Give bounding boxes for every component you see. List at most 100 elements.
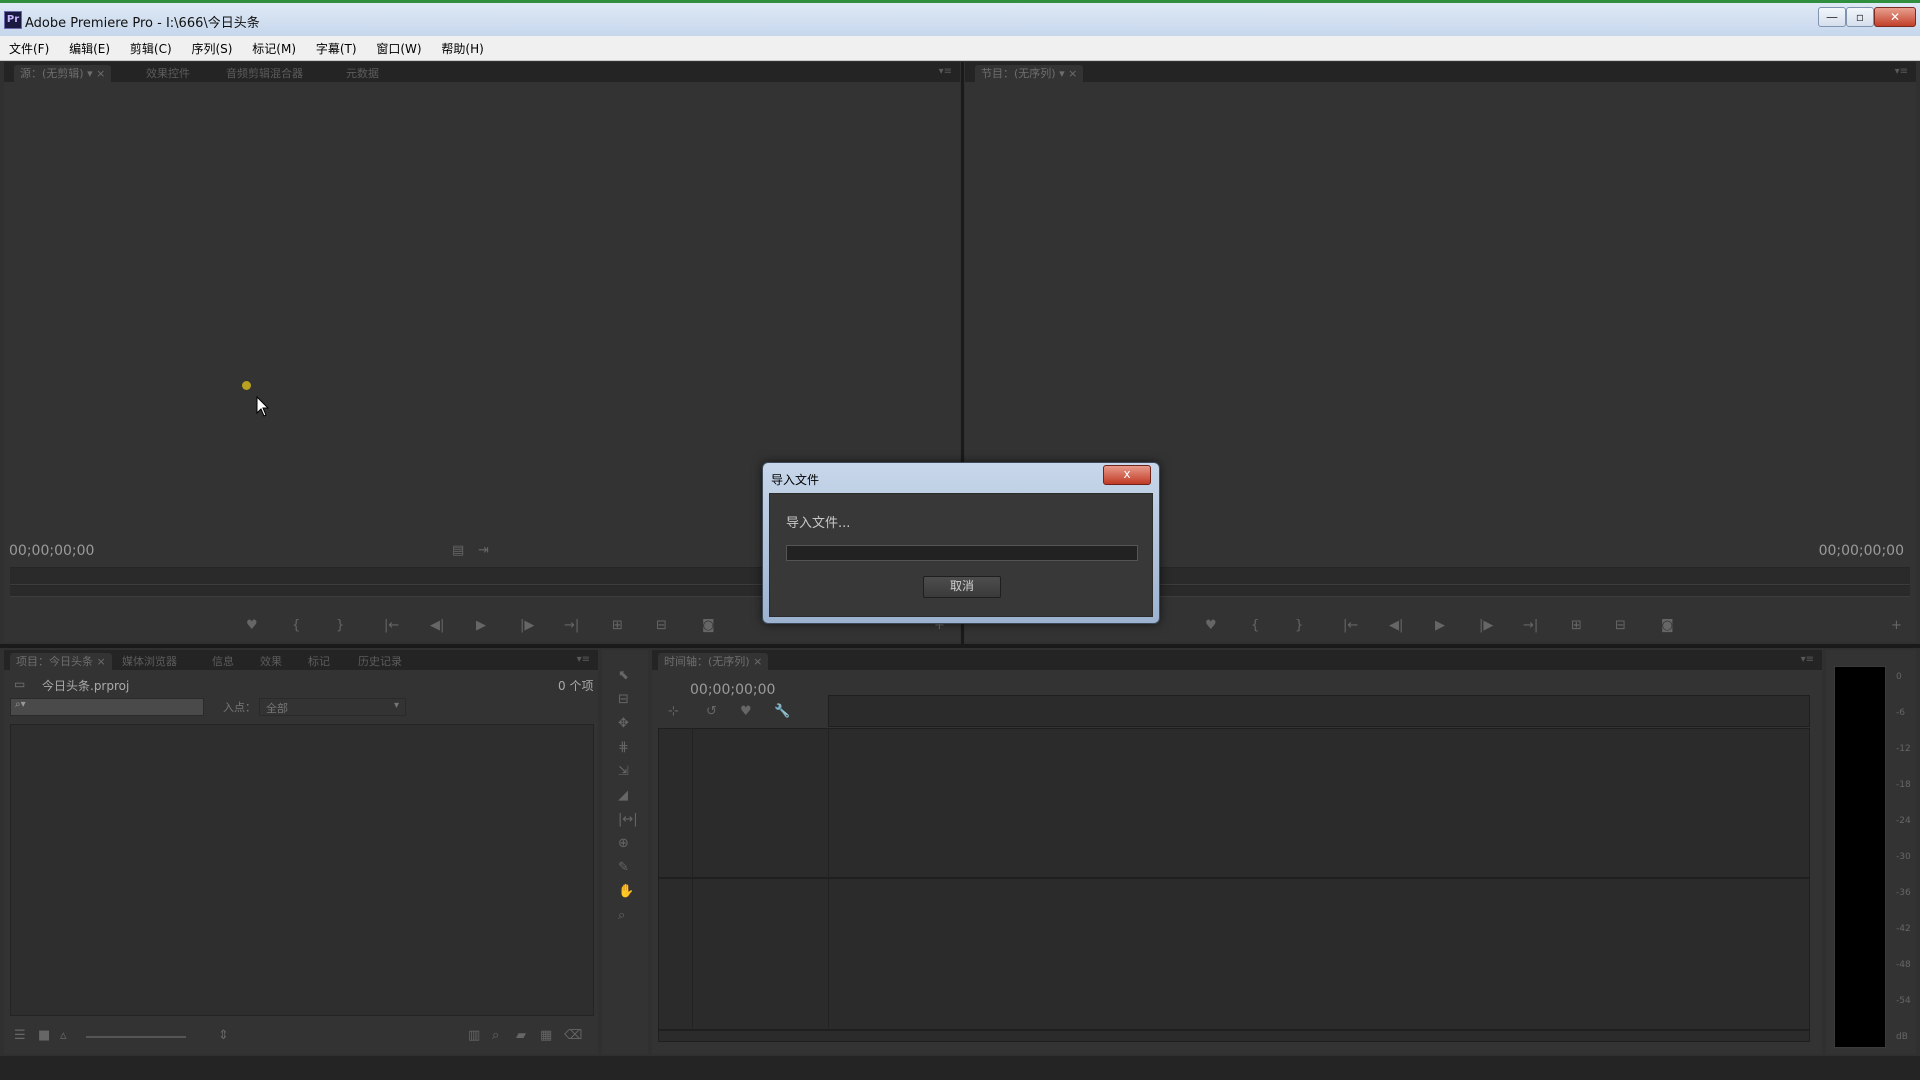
tab-metadata[interactable]: 元数据 [340, 65, 385, 82]
maximize-button[interactable]: ▫ [1846, 7, 1874, 27]
sort-icon[interactable]: ⇕ [218, 1028, 229, 1043]
overwrite-clip-icon[interactable]: ⊟ [656, 618, 667, 633]
search-input[interactable]: ⌕▾ [10, 698, 204, 716]
panel-menu-icon[interactable]: ▾≡ [577, 654, 590, 665]
new-bin-icon[interactable]: ▰ [516, 1028, 526, 1043]
time-ruler[interactable] [828, 695, 1810, 727]
trash-icon[interactable]: ⌫ [564, 1028, 582, 1043]
in-point-dropdown[interactable]: 全部 ▾ [259, 698, 406, 716]
slip-tool-icon[interactable]: |↔| [618, 812, 638, 827]
menu-marker[interactable]: 标记(M) [243, 36, 303, 57]
wrench-icon[interactable]: 🔧 [774, 704, 790, 719]
tab-audio-clip-mixer[interactable]: 音频剪辑混合器 [220, 65, 309, 82]
source-timecode[interactable]: 00;00;00;00 [9, 543, 94, 559]
go-to-out-icon[interactable]: →| [1523, 618, 1538, 633]
zoom-out-icon[interactable]: ▵ [60, 1028, 67, 1043]
tab-timeline[interactable]: 时间轴：(无序列) × [658, 653, 769, 670]
menu-help[interactable]: 帮助(H) [432, 36, 490, 57]
menu-sequence[interactable]: 序列(S) [182, 36, 239, 57]
tab-history[interactable]: 历史记录 [352, 653, 408, 670]
add-marker-icon[interactable]: ♥ [1205, 618, 1217, 633]
settings-icon[interactable]: ▤ [452, 543, 464, 558]
timeline-scrollbar[interactable] [658, 1030, 1810, 1042]
close-window-button[interactable]: ✕ [1874, 7, 1916, 27]
step-back-icon[interactable]: ◀| [430, 618, 444, 633]
linked-selection-icon[interactable]: ↺ [706, 704, 717, 719]
import-progress-bar [786, 545, 1138, 561]
menu-title[interactable]: 字幕(T) [307, 36, 364, 57]
audio-tracks-area[interactable] [658, 878, 1810, 1030]
selection-tool-icon[interactable]: ⬉ [618, 668, 629, 683]
step-forward-icon[interactable]: |▶ [1479, 618, 1493, 633]
tab-info[interactable]: 信息 [206, 653, 240, 670]
rolling-edit-tool-icon[interactable]: ⋕ [618, 740, 629, 755]
pen-tool-icon[interactable]: ✎ [618, 860, 629, 875]
cancel-button[interactable]: 取消 [923, 576, 1001, 598]
mark-out-icon[interactable]: } [336, 618, 344, 633]
timeline-timecode[interactable]: 00;00;00;00 [690, 682, 775, 698]
add-button-icon[interactable]: + [1891, 618, 1902, 633]
zoom-slider[interactable] [86, 1036, 186, 1038]
menu-window[interactable]: 窗口(W) [367, 36, 428, 57]
tab-markers[interactable]: 标记 [302, 653, 336, 670]
mark-in-icon[interactable]: { [292, 618, 300, 633]
tab-program[interactable]: 节目：(无序列) ▾ × [975, 65, 1084, 82]
list-view-icon[interactable]: ☰ [14, 1028, 26, 1043]
go-to-in-icon[interactable]: |← [1343, 618, 1358, 633]
close-icon[interactable]: × [1068, 67, 1077, 80]
panel-menu-icon[interactable]: ▾≡ [939, 66, 952, 77]
extract-icon[interactable]: ⊟ [1615, 618, 1626, 633]
go-to-in-icon[interactable]: |← [384, 618, 399, 633]
tab-effects[interactable]: 效果 [254, 653, 288, 670]
insert-icon[interactable]: ⇥ [478, 543, 489, 558]
menu-edit[interactable]: 编辑(E) [60, 36, 117, 57]
tab-media-browser[interactable]: 媒体浏览器 [116, 653, 183, 670]
step-forward-icon[interactable]: |▶ [520, 618, 534, 633]
export-frame-icon[interactable]: ◙ [702, 618, 715, 633]
close-icon[interactable]: × [96, 67, 105, 80]
panel-menu-icon[interactable]: ▾≡ [1801, 654, 1814, 665]
lift-icon[interactable]: ⊞ [1571, 618, 1582, 633]
play-icon[interactable]: ▶ [1435, 618, 1445, 633]
find-icon[interactable]: ⌕ [492, 1028, 499, 1043]
track-content-divider [828, 728, 829, 1028]
insert-clip-icon[interactable]: ⊞ [612, 618, 623, 633]
icon-view-icon[interactable]: ■ [38, 1028, 50, 1043]
razor-tool-icon[interactable]: ◢ [618, 788, 628, 803]
panel-horizontal-divider[interactable] [0, 644, 1920, 648]
program-timecode[interactable]: 00;00;00;00 [1819, 543, 1904, 559]
mark-in-icon[interactable]: { [1251, 618, 1259, 633]
slide-tool-icon[interactable]: ⊕ [618, 836, 629, 851]
meter-label-0: 0 [1896, 672, 1902, 682]
zoom-tool-icon[interactable]: ⌕ [618, 908, 625, 923]
window-title-bar: Pr Adobe Premiere Pro - I:\666\今日头条 — ▫ … [0, 0, 1920, 36]
snap-icon[interactable]: ⊹ [668, 704, 679, 719]
bin-scrollbar[interactable] [578, 724, 590, 1014]
export-frame-icon[interactable]: ◙ [1661, 618, 1674, 633]
panel-menu-icon[interactable]: ▾≡ [1895, 66, 1908, 77]
dialog-close-button[interactable]: x [1103, 465, 1151, 485]
ripple-edit-tool-icon[interactable]: ✥ [618, 716, 629, 731]
close-icon[interactable]: × [97, 655, 106, 668]
rate-stretch-tool-icon[interactable]: ⇲ [618, 764, 629, 779]
mark-out-icon[interactable]: } [1295, 618, 1303, 633]
add-marker-icon[interactable]: ♥ [740, 704, 752, 719]
track-select-tool-icon[interactable]: ⊟ [618, 692, 629, 707]
meter-label-30: -30 [1896, 852, 1911, 862]
tab-effect-controls[interactable]: 效果控件 [140, 65, 196, 82]
hand-tool-icon[interactable]: ✋ [618, 884, 634, 899]
new-item-icon[interactable]: ▦ [540, 1028, 552, 1043]
automate-to-sequence-icon[interactable]: ▥ [468, 1028, 480, 1043]
step-back-icon[interactable]: ◀| [1389, 618, 1403, 633]
menu-file[interactable]: 文件(F) [0, 36, 56, 57]
tab-source[interactable]: 源：(无剪辑) ▾ × [14, 65, 112, 82]
video-tracks-area[interactable] [658, 728, 1810, 878]
minimize-button[interactable]: — [1818, 7, 1846, 27]
close-icon[interactable]: × [753, 655, 762, 668]
play-icon[interactable]: ▶ [476, 618, 486, 633]
add-marker-icon[interactable]: ♥ [246, 618, 258, 633]
menu-clip[interactable]: 剪辑(C) [121, 36, 179, 57]
project-bin-list[interactable] [10, 724, 594, 1016]
go-to-out-icon[interactable]: →| [564, 618, 579, 633]
tab-project[interactable]: 项目：今日头条 × [10, 653, 112, 670]
